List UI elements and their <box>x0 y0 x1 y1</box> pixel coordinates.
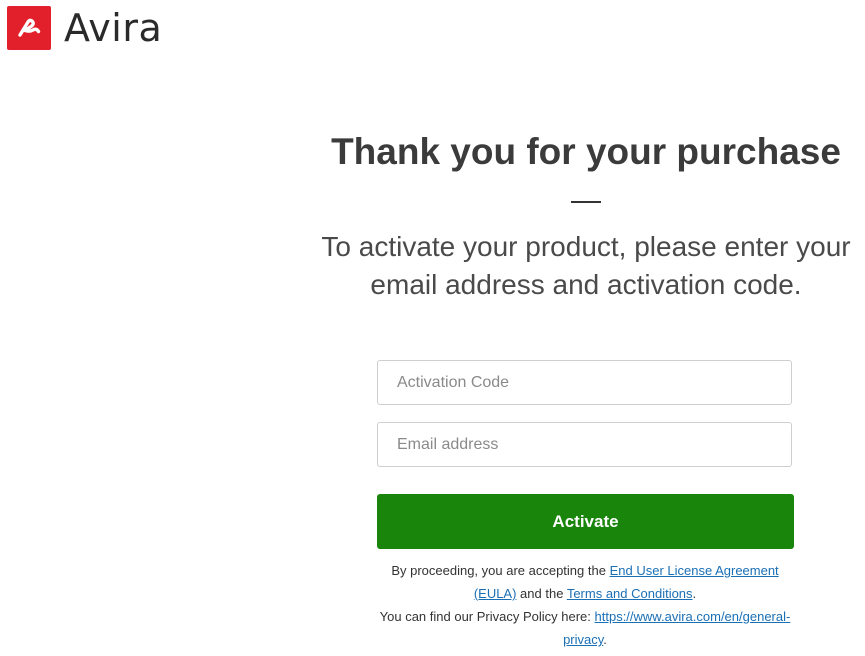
page-title: Thank you for your purchase <box>331 131 841 172</box>
legal-middle: and the <box>516 586 567 601</box>
umbrella-mark-icon <box>18 18 41 37</box>
subtitle-line-2: email address and activation code. <box>370 269 802 300</box>
privacy-prefix: You can find our Privacy Policy here: <box>379 609 595 624</box>
subtitle-line-1: To activate your product, please enter y… <box>321 231 851 262</box>
page-subtitle: To activate your product, please enter y… <box>307 228 865 304</box>
header: Avira <box>7 6 162 50</box>
privacy-policy-link[interactable]: https://www.avira.com/en/general-privacy <box>563 609 790 647</box>
activation-code-input[interactable] <box>377 360 792 405</box>
legal-suffix: . <box>692 586 697 601</box>
privacy-suffix: . <box>603 632 607 647</box>
legal-prefix: By proceeding, you are accepting the <box>391 563 610 578</box>
avira-logo-icon[interactable] <box>7 6 51 50</box>
activate-button[interactable]: Activate <box>377 494 794 549</box>
title-divider <box>571 201 601 203</box>
brand-name: Avira <box>64 6 163 50</box>
legal-notice: By proceeding, you are accepting the End… <box>369 559 801 651</box>
email-address-input[interactable] <box>377 422 792 467</box>
terms-link[interactable]: Terms and Conditions <box>567 586 693 601</box>
